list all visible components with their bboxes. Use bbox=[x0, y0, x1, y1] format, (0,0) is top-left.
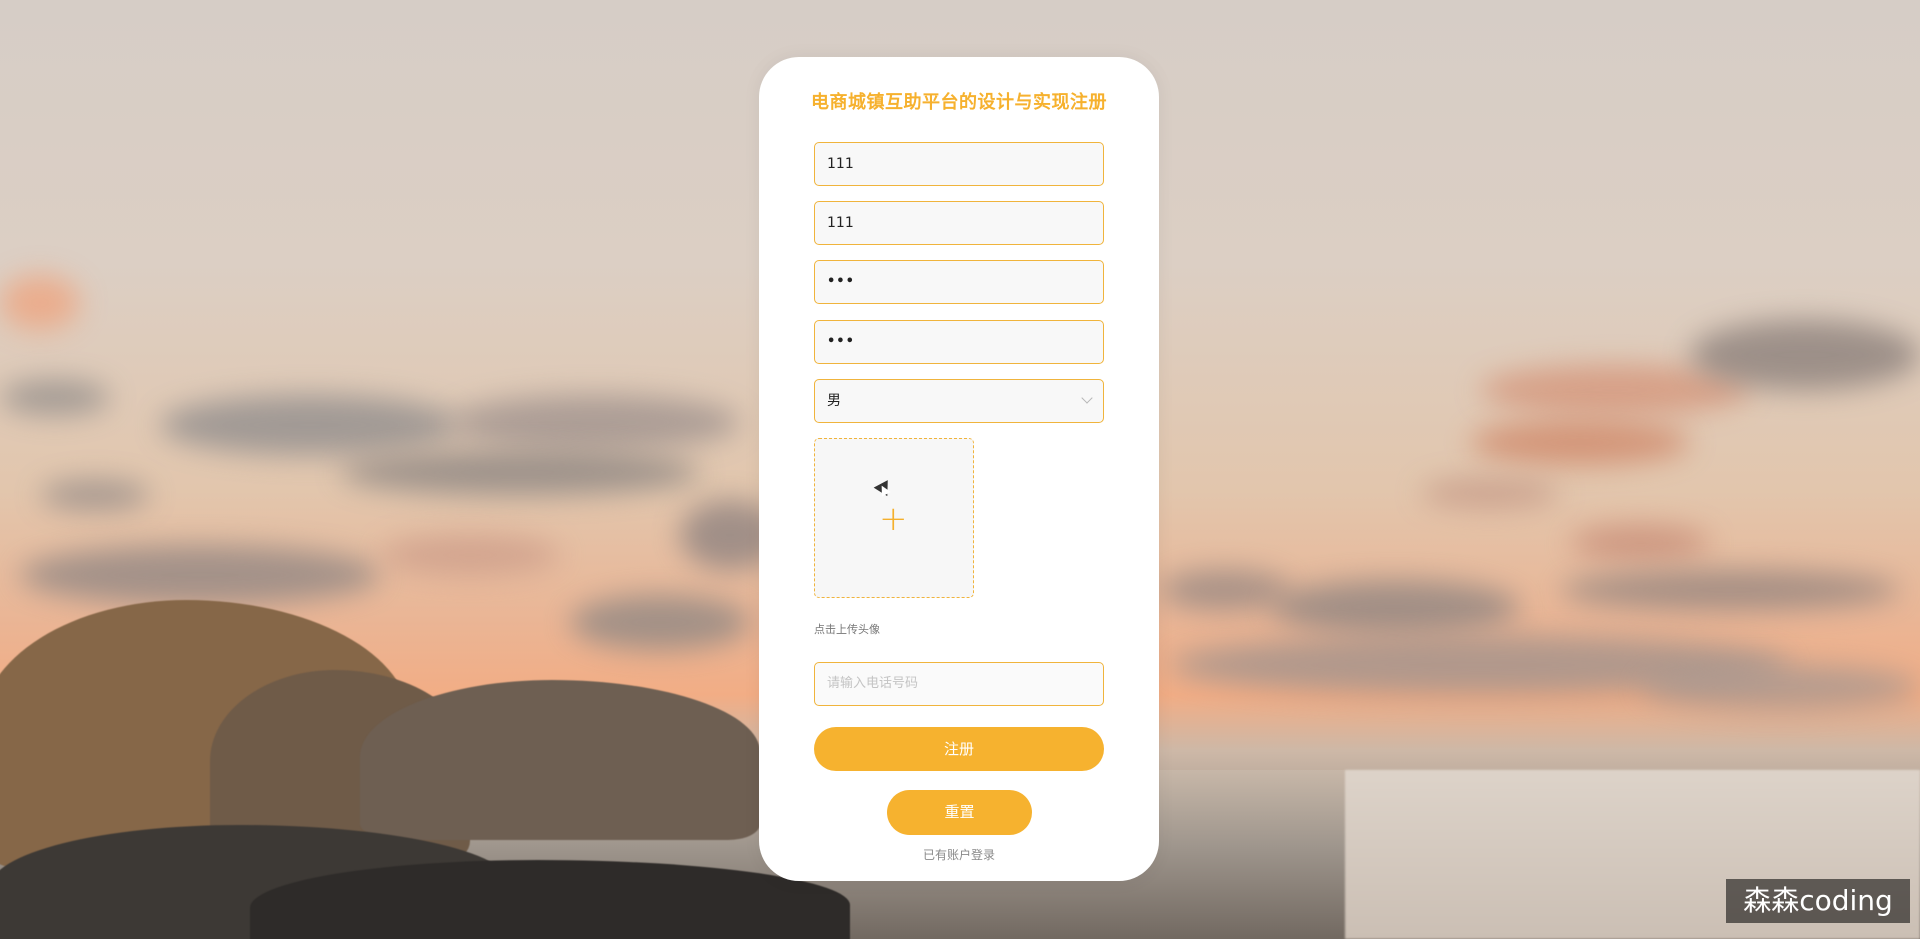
cloud bbox=[1270, 580, 1520, 635]
name-input[interactable]: 111 bbox=[814, 201, 1104, 245]
gender-select-value: 男 bbox=[827, 393, 841, 409]
upload-hint: 点击上传头像 bbox=[814, 623, 880, 636]
chevron-down-icon bbox=[1081, 392, 1093, 404]
confirm-password-input[interactable]: ••• bbox=[814, 320, 1104, 364]
watermark: 森森coding bbox=[1726, 879, 1910, 923]
cloud bbox=[1470, 420, 1690, 465]
phone-input[interactable]: 请输入电话号码 bbox=[814, 662, 1104, 706]
reset-button[interactable]: 重置 bbox=[887, 790, 1032, 835]
avatar-upload[interactable]: + bbox=[814, 438, 974, 598]
register-card: 电商城镇互助平台的设计与实现注册 111 111 ••• ••• 男 + 点击上… bbox=[759, 57, 1159, 881]
page-background: 电商城镇互助平台的设计与实现注册 111 111 ••• ••• 男 + 点击上… bbox=[0, 0, 1920, 939]
password-input[interactable]: ••• bbox=[814, 260, 1104, 304]
cloud bbox=[40, 480, 150, 510]
register-button[interactable]: 注册 bbox=[814, 727, 1104, 771]
cloud bbox=[380, 535, 560, 575]
cloud bbox=[1690, 320, 1920, 390]
cloud bbox=[1570, 525, 1710, 560]
page-title: 电商城镇互助平台的设计与实现注册 bbox=[811, 92, 1107, 113]
cloud bbox=[340, 450, 700, 495]
account-input[interactable]: 111 bbox=[814, 142, 1104, 186]
plus-icon: + bbox=[879, 499, 908, 539]
login-link[interactable]: 已有账户登录 bbox=[759, 846, 1159, 863]
cloud bbox=[570, 595, 750, 650]
cloud bbox=[0, 275, 80, 330]
cloud bbox=[0, 380, 110, 415]
rock bbox=[360, 680, 760, 840]
cloud bbox=[160, 395, 460, 455]
cloud bbox=[1560, 570, 1900, 610]
cloud bbox=[1640, 665, 1920, 710]
cloud bbox=[450, 395, 740, 450]
cloud bbox=[20, 545, 380, 605]
cloud bbox=[1420, 478, 1560, 508]
gender-select[interactable]: 男 bbox=[814, 379, 1104, 423]
